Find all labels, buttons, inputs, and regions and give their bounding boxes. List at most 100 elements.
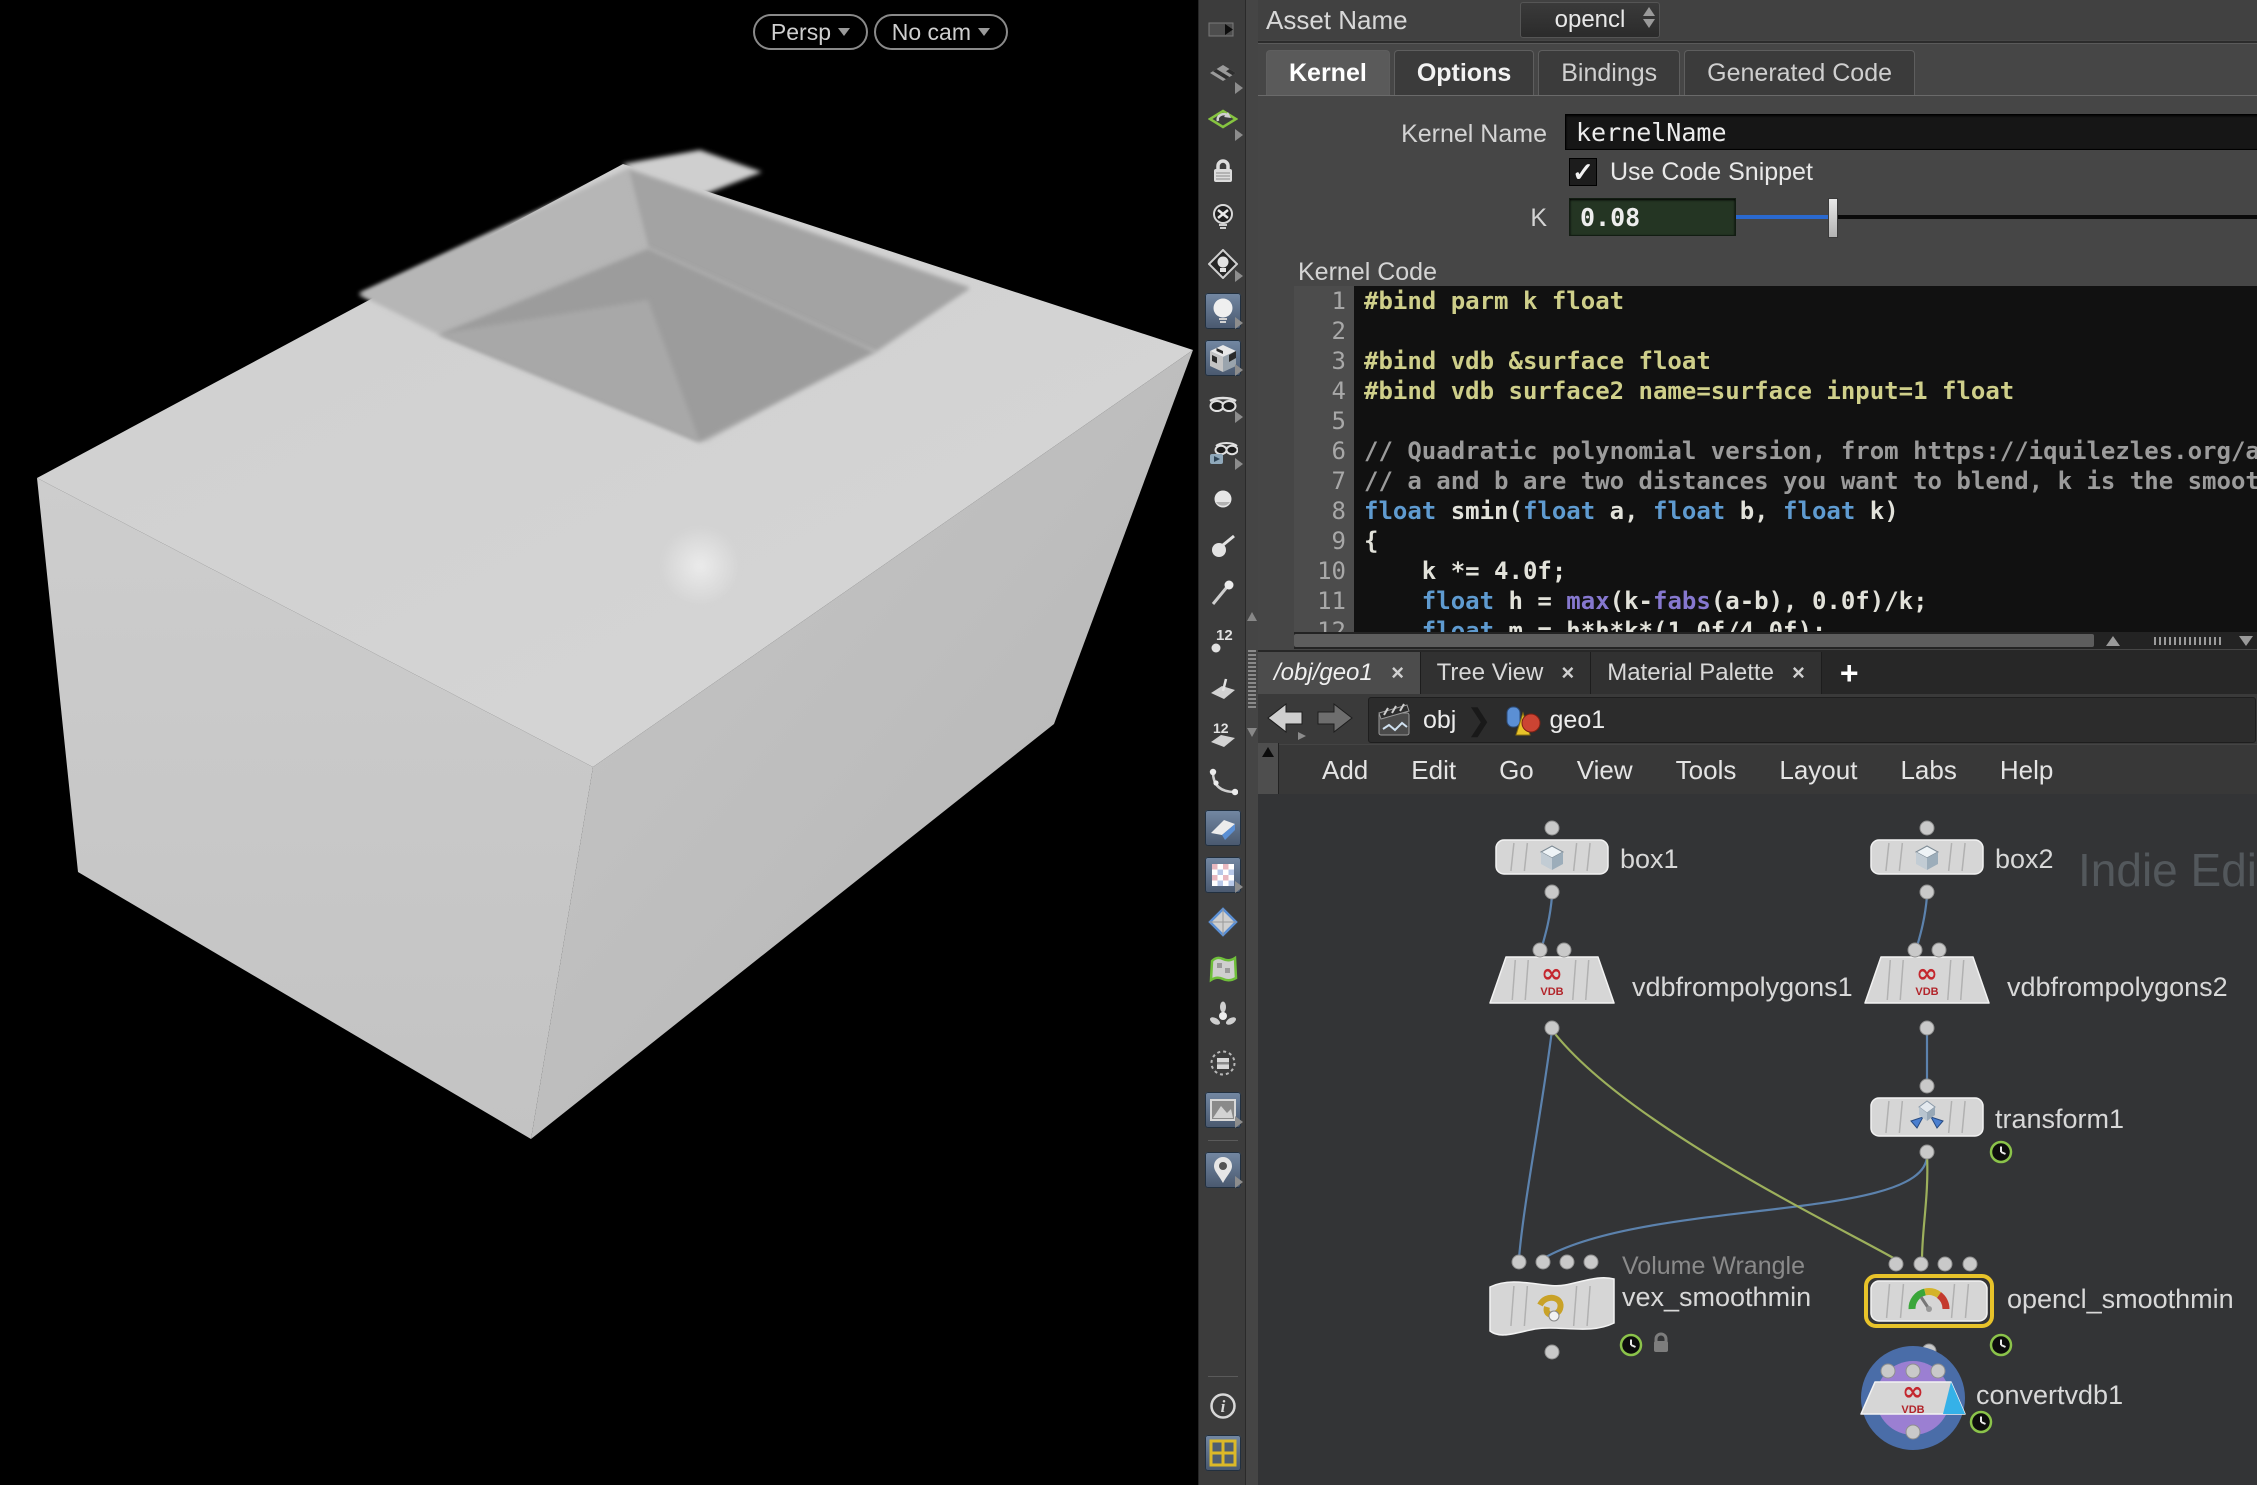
kernel-name-field[interactable]: kernelName (1565, 114, 2257, 150)
display-options-icon[interactable] (1205, 58, 1241, 94)
output-connector-vdbfrompolygons2[interactable] (1920, 1021, 1934, 1035)
node-label-box2[interactable]: box2 (1995, 844, 2054, 874)
breadcrumb-obj[interactable]: obj (1423, 706, 1456, 735)
input-connector-convertvdb1[interactable] (1906, 1364, 1920, 1378)
kernel-code-editor[interactable]: 1#bind parm k float23#bind vdb &surface … (1294, 286, 2257, 632)
lock-view-icon[interactable] (1205, 152, 1241, 188)
output-connector-convertvdb1[interactable] (1906, 1425, 1920, 1439)
input-connector-convertvdb1[interactable] (1881, 1364, 1895, 1378)
spinner-arrows-icon[interactable] (1643, 7, 1655, 28)
pane-minimize-icon[interactable] (2239, 636, 2253, 646)
scene-viewport[interactable]: Persp No cam (0, 0, 1198, 1485)
point-normals-icon[interactable] (1205, 528, 1241, 564)
menu-edit[interactable]: Edit (1411, 755, 1456, 786)
show-handles-icon[interactable] (1205, 904, 1241, 940)
node-label-vdbfrompolygons2[interactable]: vdbfrompolygons2 (2007, 972, 2228, 1002)
input-connector-opencl_smoothmin[interactable] (1914, 1257, 1928, 1271)
node-label-opencl_smoothmin[interactable]: opencl_smoothmin (2007, 1284, 2234, 1314)
input-connector-opencl_smoothmin[interactable] (1889, 1257, 1903, 1271)
k-slider[interactable] (1736, 198, 2257, 236)
output-connector-box2[interactable] (1920, 885, 1934, 899)
splitter-arrow-up[interactable] (1247, 612, 1257, 621)
new-tab-button[interactable]: + (1822, 652, 1877, 694)
expand-toolbar-handle[interactable] (1205, 11, 1241, 47)
close-tab-icon[interactable]: × (1561, 660, 1574, 686)
background-image-icon[interactable] (1205, 1092, 1241, 1128)
pane-tab--obj-geo1[interactable]: /obj/geo1× (1258, 652, 1421, 694)
node-body-vex_smoothmin[interactable] (1490, 1278, 1614, 1335)
point-numbers-icon[interactable]: 12 (1205, 622, 1241, 658)
headlight-only-icon[interactable] (1205, 246, 1241, 282)
flipbook-stereo-icon[interactable] (1205, 434, 1241, 470)
menu-labs[interactable]: Labs (1900, 755, 1956, 786)
normal-lighting-icon[interactable] (1205, 293, 1241, 329)
construction-plane-icon[interactable] (1205, 105, 1241, 141)
node-label-convertvdb1[interactable]: convertvdb1 (1976, 1380, 2123, 1410)
camera-menu[interactable]: No cam (874, 14, 1008, 50)
pane-tab-material-palette[interactable]: Material Palette× (1591, 652, 1822, 694)
input-connector-box2[interactable] (1920, 821, 1934, 835)
close-tab-icon[interactable]: × (1391, 660, 1404, 686)
pane-grip[interactable] (2154, 637, 2224, 645)
back-button[interactable] (1268, 704, 1306, 740)
viewport-layout-icon[interactable] (1205, 1435, 1241, 1471)
output-connector-transform1[interactable] (1920, 1145, 1934, 1159)
primitive-numbers-icon[interactable]: 12 (1205, 716, 1241, 752)
pane-splitter[interactable] (1245, 0, 1259, 1485)
close-tab-icon[interactable]: × (1792, 660, 1805, 686)
lighting-off-icon[interactable] (1205, 199, 1241, 235)
input-connector-vex_smoothmin[interactable] (1536, 1255, 1550, 1269)
visualize-uvs-icon[interactable] (1205, 857, 1241, 893)
output-connector-box1[interactable] (1545, 885, 1559, 899)
viewport-info-icon[interactable]: i (1205, 1388, 1241, 1424)
asset-name-dropdown[interactable]: opencl (1520, 2, 1660, 38)
splitter-grip[interactable] (1248, 648, 1256, 708)
pane-tab-tree-view[interactable]: Tree View× (1421, 652, 1592, 694)
menu-layout[interactable]: Layout (1779, 755, 1857, 786)
display-wind-icon[interactable] (1205, 998, 1241, 1034)
input-connector-vdbfrompolygons2[interactable] (1932, 943, 1946, 957)
k-value-field[interactable]: 0.08 (1569, 198, 1736, 236)
menu-add[interactable]: Add (1322, 755, 1368, 786)
tab-kernel[interactable]: Kernel (1266, 50, 1390, 95)
input-connector-transform1[interactable] (1920, 1079, 1934, 1093)
primitive-normals-icon[interactable] (1205, 669, 1241, 705)
agent-display-icon[interactable] (1205, 1045, 1241, 1081)
network-graph[interactable]: Indie Editionbox1box2∞VDBvdbfrompolygons… (1258, 794, 2257, 1485)
input-connector-vdbfrompolygons2[interactable] (1908, 943, 1922, 957)
show-profiles-icon[interactable] (1205, 763, 1241, 799)
menu-go[interactable]: Go (1499, 755, 1534, 786)
input-connector-vex_smoothmin[interactable] (1560, 1255, 1574, 1269)
input-connector-opencl_smoothmin[interactable] (1938, 1257, 1952, 1271)
output-connector-vex_smoothmin[interactable] (1545, 1345, 1559, 1359)
show-points-icon[interactable] (1205, 481, 1241, 517)
use-code-snippet-checkbox[interactable]: ✓ (1569, 158, 1597, 186)
stereo-glasses-icon[interactable] (1205, 387, 1241, 423)
smooth-shading-icon[interactable] (1205, 340, 1241, 376)
slider-handle[interactable] (1828, 198, 1838, 238)
node-label-box1[interactable]: box1 (1620, 844, 1679, 874)
network-path[interactable]: obj ❯ geo1 (1368, 697, 2256, 743)
breadcrumb-geo1[interactable]: geo1 (1550, 706, 1606, 735)
node-label-vex_smoothmin[interactable]: vex_smoothmin (1622, 1282, 1811, 1312)
input-connector-box1[interactable] (1545, 821, 1559, 835)
tab-bindings[interactable]: Bindings (1538, 50, 1680, 95)
forward-button[interactable] (1318, 704, 1352, 732)
input-connector-vdbfrompolygons1[interactable] (1557, 943, 1571, 957)
input-connector-vex_smoothmin[interactable] (1584, 1255, 1598, 1269)
projection-menu[interactable]: Persp (753, 14, 868, 50)
input-connector-vdbfrompolygons1[interactable] (1533, 943, 1547, 957)
menu-view[interactable]: View (1577, 755, 1633, 786)
tab-generated-code[interactable]: Generated Code (1684, 50, 1915, 95)
menu-scroll-nub[interactable] (1258, 743, 1279, 797)
input-connector-vex_smoothmin[interactable] (1512, 1255, 1526, 1269)
output-connector-vdbfrompolygons1[interactable] (1545, 1021, 1559, 1035)
input-connector-convertvdb1[interactable] (1931, 1364, 1945, 1378)
node-label-vdbfrompolygons1[interactable]: vdbfrompolygons1 (1632, 972, 1853, 1002)
show-volumes-icon[interactable] (1205, 951, 1241, 987)
pane-maximize-icon[interactable] (2106, 636, 2120, 646)
scrollbar-thumb[interactable] (1294, 634, 2094, 647)
point-trails-icon[interactable] (1205, 575, 1241, 611)
tab-options[interactable]: Options (1394, 50, 1534, 95)
view-pin-icon[interactable] (1205, 1152, 1241, 1188)
